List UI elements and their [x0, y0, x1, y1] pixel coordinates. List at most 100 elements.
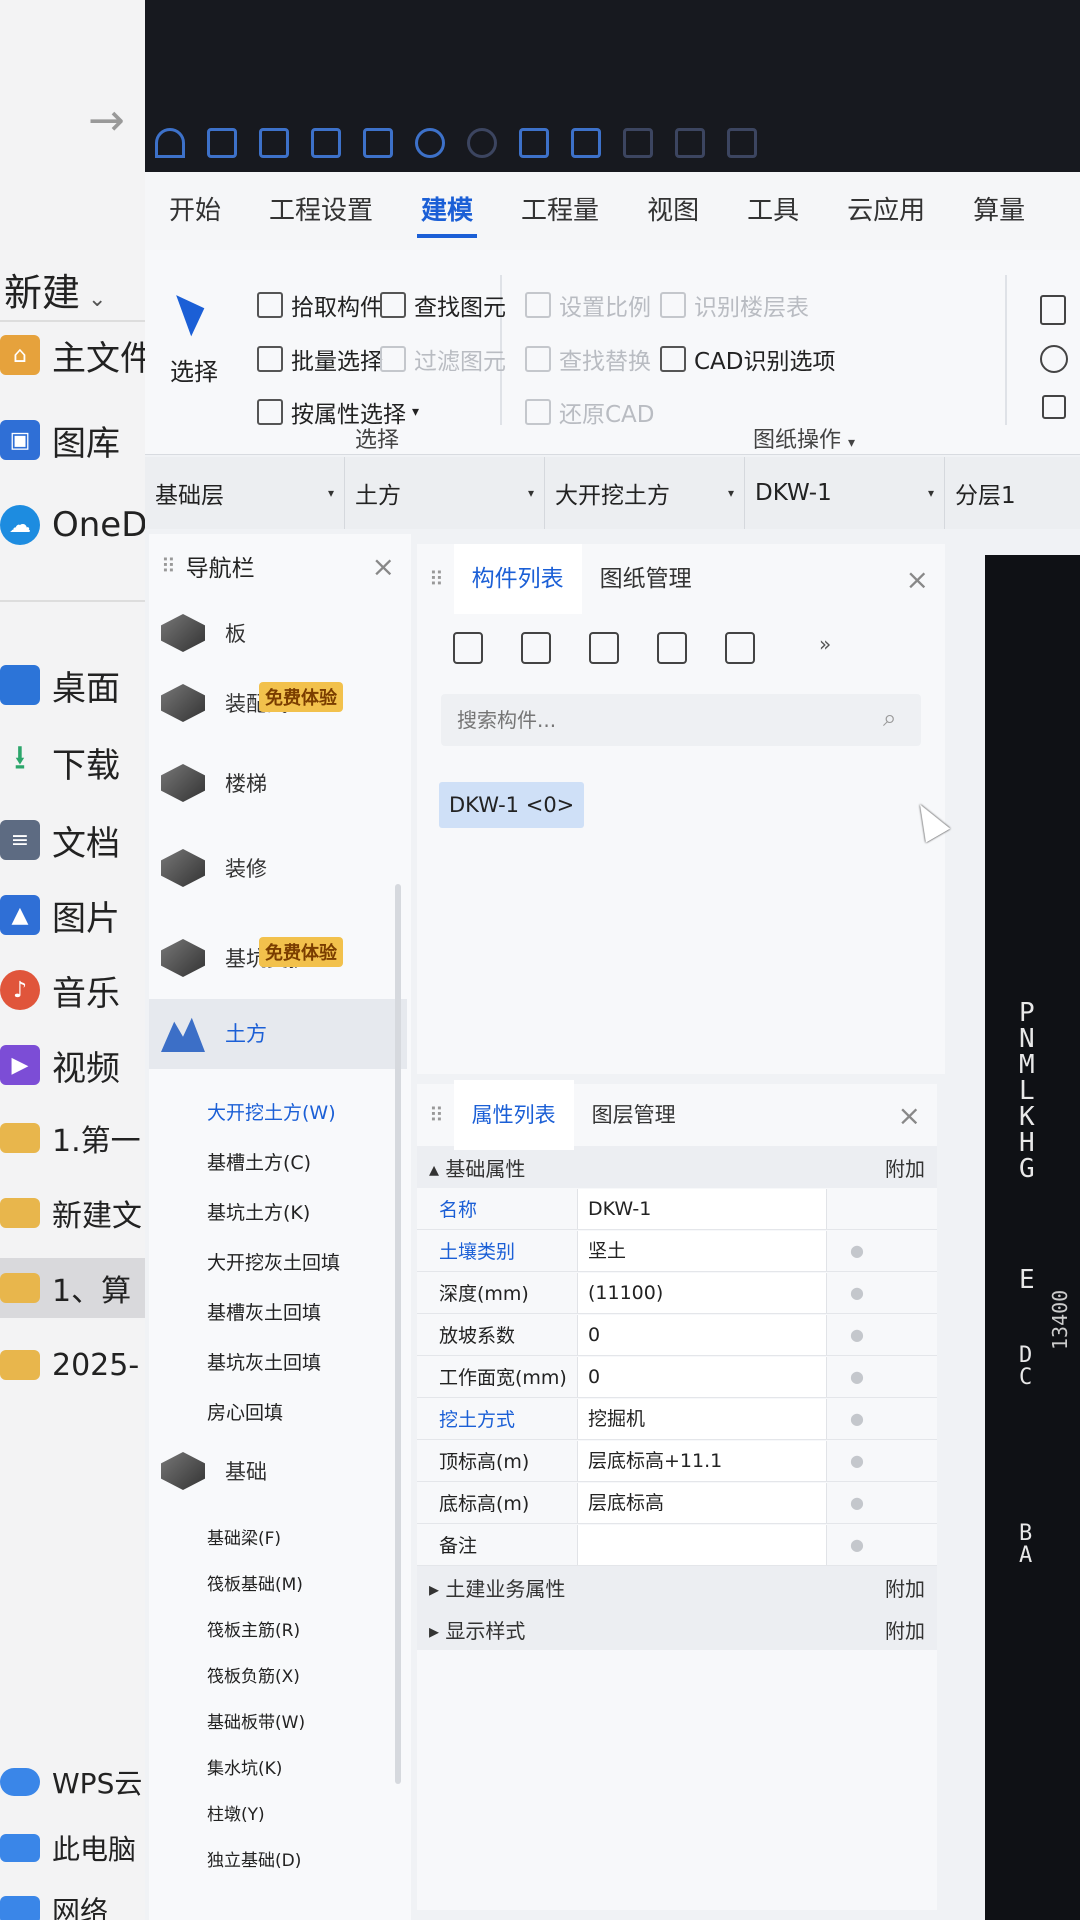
copy-icon[interactable] — [521, 632, 551, 664]
prop-value[interactable] — [577, 1524, 827, 1565]
tab-calc[interactable]: 算量 — [949, 172, 1049, 250]
prop-value[interactable]: 层底标高 — [577, 1482, 827, 1523]
attach-checkbox[interactable]: ● — [827, 1283, 887, 1302]
filter-element-button[interactable]: 过滤图元 — [380, 342, 506, 376]
explorer-item-downloads[interactable]: ⭳ 下载 — [0, 732, 120, 792]
explorer-item-folder[interactable]: 新建文 — [0, 1183, 142, 1243]
explorer-item-folder[interactable]: 1.第一 — [0, 1108, 141, 1168]
lock-icon[interactable] — [1042, 395, 1066, 419]
section-civil-attributes[interactable]: ▸ 土建业务属性 附加 — [417, 1566, 937, 1608]
explorer-item-onedrive[interactable]: ☁ OneD — [0, 495, 147, 555]
nav-cat-stairs[interactable]: 楼梯 — [161, 764, 267, 802]
nav-sub-item[interactable]: 房心回填 — [207, 1398, 283, 1425]
explorer-item-pictures[interactable]: ▲ 图片 — [0, 885, 120, 945]
explorer-item-this-pc[interactable]: 此电脑 — [0, 1818, 136, 1878]
properties-icon[interactable] — [725, 632, 755, 664]
floor-select[interactable]: 基础层 ▾ — [145, 457, 345, 529]
prop-row[interactable]: 备注 ● — [417, 1524, 937, 1566]
tab-drawing-management[interactable]: 图纸管理 — [582, 544, 710, 614]
new-component-icon[interactable] — [453, 632, 483, 664]
close-icon[interactable]: × — [906, 563, 929, 596]
section-basic-attributes[interactable]: ▴ 基础属性 附加 — [417, 1146, 937, 1188]
nav-sub-item[interactable]: 筏板主筋(R) — [207, 1616, 300, 1641]
cad-options-button[interactable]: CAD识别选项 — [660, 342, 836, 376]
stats-icon[interactable] — [727, 128, 757, 158]
prop-row[interactable]: 工作面宽(mm) 0 ● — [417, 1356, 937, 1398]
attach-checkbox[interactable]: ● — [827, 1367, 887, 1386]
explorer-item-folder[interactable]: 2025- — [0, 1335, 139, 1395]
explorer-item-network[interactable]: 网络 — [0, 1880, 108, 1920]
delete-icon[interactable] — [589, 632, 619, 664]
prop-value[interactable]: 挖掘机 — [577, 1398, 827, 1439]
tab-project-settings[interactable]: 工程设置 — [245, 172, 397, 250]
cad-canvas[interactable]: P N M L K H G E D C B A 13400 — [985, 555, 1080, 1920]
settings-icon[interactable] — [675, 128, 705, 158]
prop-value[interactable]: 层底标高+11.1 — [577, 1440, 827, 1481]
nav-scrollbar[interactable] — [395, 884, 401, 1784]
tab-layer-management[interactable]: 图层管理 — [574, 1080, 694, 1150]
nav-sub-item[interactable]: 基础板带(W) — [207, 1708, 305, 1733]
new-button[interactable]: 新建 ⌄ — [4, 262, 106, 317]
batch-select-button[interactable]: 批量选择 — [257, 342, 383, 376]
nav-sub-item[interactable]: 筏板基础(M) — [207, 1570, 303, 1595]
new-file-icon[interactable] — [259, 128, 289, 158]
search-icon[interactable]: ⌕ — [883, 704, 896, 732]
category-select[interactable]: 土方 ▾ — [345, 457, 545, 529]
nav-cat-slab[interactable]: 板 — [161, 614, 246, 652]
explorer-item-home[interactable]: ⌂ 主文件 — [0, 325, 154, 385]
group-label-drawing[interactable]: 图纸操作 ▾ — [753, 422, 855, 454]
nav-sub-item[interactable]: 基槽灰土回填 — [207, 1298, 321, 1325]
prop-value[interactable]: DKW-1 — [577, 1188, 827, 1229]
open-folder-icon[interactable] — [311, 128, 341, 158]
recognize-floor-button[interactable]: 识别楼层表 — [660, 288, 809, 322]
open-icon[interactable] — [207, 128, 237, 158]
tab-component-list[interactable]: 构件列表 — [453, 544, 582, 614]
layers-icon[interactable] — [571, 128, 601, 158]
explorer-item-music[interactable]: ♪ 音乐 — [0, 960, 120, 1020]
pick-component-button[interactable]: 拾取构件 — [257, 288, 383, 322]
nav-sub-item[interactable]: 基础梁(F) — [207, 1524, 281, 1549]
prop-value[interactable]: 0 — [577, 1356, 827, 1397]
set-scale-button[interactable]: 设置比例 — [525, 288, 651, 322]
nav-sub-item[interactable]: 基坑灰土回填 — [207, 1348, 321, 1375]
nav-cat-decoration[interactable]: 装修 — [161, 849, 267, 887]
section-display-style[interactable]: ▸ 显示样式 附加 — [417, 1608, 937, 1650]
nav-sub-item[interactable]: 筏板负筋(X) — [207, 1662, 300, 1687]
tab-quantity[interactable]: 工程量 — [497, 172, 623, 250]
tab-tools[interactable]: 工具 — [723, 172, 823, 250]
explorer-item-documents[interactable]: ≡ 文档 — [0, 810, 120, 870]
attach-checkbox[interactable]: ● — [827, 1241, 887, 1260]
nav-sub-item[interactable]: 大开挖土方(W) — [207, 1098, 336, 1125]
tab-start[interactable]: 开始 — [145, 172, 245, 250]
window-icon[interactable] — [519, 128, 549, 158]
prop-value[interactable]: (11100) — [577, 1272, 827, 1313]
tab-view[interactable]: 视图 — [623, 172, 723, 250]
nav-sub-item[interactable]: 大开挖灰土回填 — [207, 1248, 340, 1275]
prop-row[interactable]: 挖土方式 挖掘机 ● — [417, 1398, 937, 1440]
prop-value[interactable]: 0 — [577, 1314, 827, 1355]
nav-sub-item[interactable]: 独立基础(D) — [207, 1846, 301, 1871]
prop-row[interactable]: 底标高(m) 层底标高 ● — [417, 1482, 937, 1524]
redo-icon[interactable] — [467, 128, 497, 158]
close-icon[interactable]: × — [372, 550, 395, 583]
nav-sub-item[interactable]: 柱墩(Y) — [207, 1800, 265, 1825]
nav-cat-foundation[interactable]: 基础 — [161, 1452, 267, 1490]
explorer-item-desktop[interactable]: 桌面 — [0, 655, 120, 715]
select-button[interactable]: 选择 — [169, 287, 219, 387]
close-icon[interactable]: × — [898, 1099, 921, 1132]
nav-sub-item[interactable]: 基坑土方(K) — [207, 1198, 310, 1225]
grip-icon[interactable]: ⠿ — [429, 567, 444, 591]
restore-cad-button[interactable]: 还原CAD — [525, 395, 655, 429]
grip-icon[interactable]: ⠿ — [161, 554, 176, 578]
tab-property-list[interactable]: 属性列表 — [453, 1080, 574, 1150]
grip-icon[interactable]: ⠿ — [429, 1103, 444, 1127]
forward-arrow-icon[interactable]: → — [88, 95, 125, 146]
prop-row[interactable]: 土壤类别 坚土 ● — [417, 1230, 937, 1272]
more-icon[interactable]: » — [819, 632, 831, 664]
attach-checkbox[interactable]: ● — [827, 1409, 887, 1428]
nav-sub-item[interactable]: 集水坑(K) — [207, 1754, 282, 1779]
layer-select[interactable]: 分层1 — [945, 457, 1080, 529]
tab-modeling[interactable]: 建模 — [397, 172, 497, 250]
search-input[interactable] — [441, 694, 921, 746]
explorer-item-videos[interactable]: ▶ 视频 — [0, 1035, 120, 1095]
